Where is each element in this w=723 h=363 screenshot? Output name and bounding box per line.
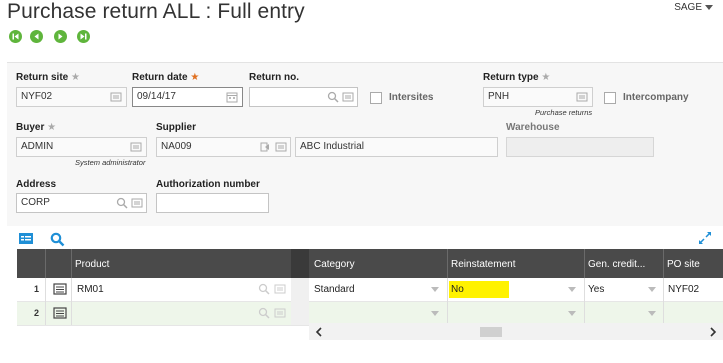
product-cell[interactable]: RM01 (77, 284, 104, 295)
po-site-cell[interactable]: NYF02 (668, 284, 699, 295)
chevron-down-icon[interactable] (431, 287, 439, 292)
supplier-label: Supplier (156, 122, 197, 133)
last-record-button[interactable] (77, 30, 90, 43)
return-type-description: Purchase returns (535, 108, 593, 117)
table-row[interactable]: 1 RM01 Standard No Yes NYF02 (17, 278, 723, 302)
column-header-po-site[interactable]: PO site (667, 259, 700, 270)
return-site-field[interactable]: NYF02 (16, 87, 127, 107)
next-record-button[interactable] (54, 30, 67, 43)
chevron-down-icon[interactable] (568, 287, 576, 292)
line-detail-icon[interactable] (53, 283, 67, 295)
expand-icon[interactable] (698, 231, 712, 245)
chevron-down-icon[interactable] (648, 287, 656, 292)
chevron-down-icon[interactable] (568, 311, 576, 316)
column-header-gen-credit[interactable]: Gen. credit... (588, 259, 645, 270)
buyer-label: Buyer ★ (16, 122, 57, 133)
return-type-label: Return type ★ (483, 72, 551, 83)
user-name: SAGE (674, 2, 702, 13)
column-header-reinstatement[interactable]: Reinstatement (451, 259, 515, 270)
row-number: 2 (34, 308, 40, 318)
user-menu[interactable]: SAGE (674, 2, 713, 13)
return-date-field[interactable]: 09/14/17 (132, 87, 243, 107)
search-icon[interactable] (50, 232, 65, 247)
authorization-number-label: Authorization number (156, 179, 260, 190)
chevron-down-icon (705, 5, 713, 10)
search-icon[interactable] (327, 91, 339, 103)
scroll-right-icon[interactable] (709, 327, 717, 337)
lines-grid: Product Category Reinstatement Gen. cred… (17, 249, 723, 344)
selection-icon[interactable] (342, 91, 354, 103)
next-icon (58, 33, 63, 40)
previous-icon (34, 33, 39, 40)
address-field[interactable]: CORP (16, 193, 147, 213)
buyer-field[interactable]: ADMIN (16, 137, 147, 157)
supplier-name-field: ABC Industrial (295, 137, 498, 157)
supplier-field[interactable]: NA009 (156, 137, 291, 157)
frozen-divider-body (291, 278, 309, 325)
intercompany-label: Intercompany (623, 92, 689, 103)
first-icon (12, 33, 19, 40)
frozen-column-divider (291, 249, 309, 278)
intersites-checkbox[interactable] (370, 92, 382, 104)
selection-icon[interactable] (131, 197, 143, 209)
scroll-left-icon[interactable] (315, 327, 323, 337)
authorization-number-field[interactable] (156, 193, 269, 213)
previous-record-button[interactable] (30, 30, 43, 43)
scrollbar-thumb[interactable] (480, 327, 502, 337)
selection-icon[interactable] (130, 141, 142, 153)
return-no-field[interactable] (249, 87, 358, 107)
last-icon (80, 33, 87, 40)
chevron-down-icon[interactable] (431, 311, 439, 316)
warehouse-field (506, 137, 654, 157)
buyer-description: System administrator (75, 158, 146, 167)
intercompany-checkbox[interactable] (604, 92, 616, 104)
column-header-product[interactable]: Product (75, 259, 109, 270)
selection-icon[interactable] (576, 91, 588, 103)
first-record-button[interactable] (9, 30, 22, 43)
row-number: 1 (34, 284, 40, 294)
chevron-down-icon[interactable] (648, 311, 656, 316)
selection-icon[interactable] (110, 91, 122, 103)
page-title: Purchase return ALL : Full entry (7, 0, 305, 23)
return-no-label: Return no. (249, 72, 299, 83)
address-label: Address (16, 179, 57, 190)
search-icon[interactable] (116, 197, 128, 209)
calendar-icon[interactable] (226, 91, 238, 103)
table-view-icon[interactable] (18, 232, 34, 245)
grid-header: Product Category Reinstatement Gen. cred… (17, 249, 723, 278)
intersites-label: Intersites (389, 92, 434, 103)
gen-credit-cell[interactable]: Yes (588, 284, 604, 295)
line-detail-icon[interactable] (53, 307, 67, 319)
column-header-category[interactable]: Category (314, 259, 355, 270)
selection-icon[interactable] (274, 307, 286, 319)
reinstatement-cell[interactable]: No (451, 284, 464, 295)
horizontal-scrollbar[interactable] (309, 323, 723, 340)
search-icon[interactable] (258, 307, 270, 319)
return-date-label: Return date ★ (132, 72, 200, 83)
selection-icon[interactable] (275, 141, 287, 153)
search-icon[interactable] (258, 283, 270, 295)
return-type-field[interactable]: PNH (483, 87, 593, 107)
link-arrow-icon[interactable] (260, 141, 272, 153)
return-site-label: Return site ★ (16, 72, 80, 83)
category-cell[interactable]: Standard (314, 284, 355, 295)
selection-icon[interactable] (274, 283, 286, 295)
warehouse-label: Warehouse (506, 122, 560, 133)
